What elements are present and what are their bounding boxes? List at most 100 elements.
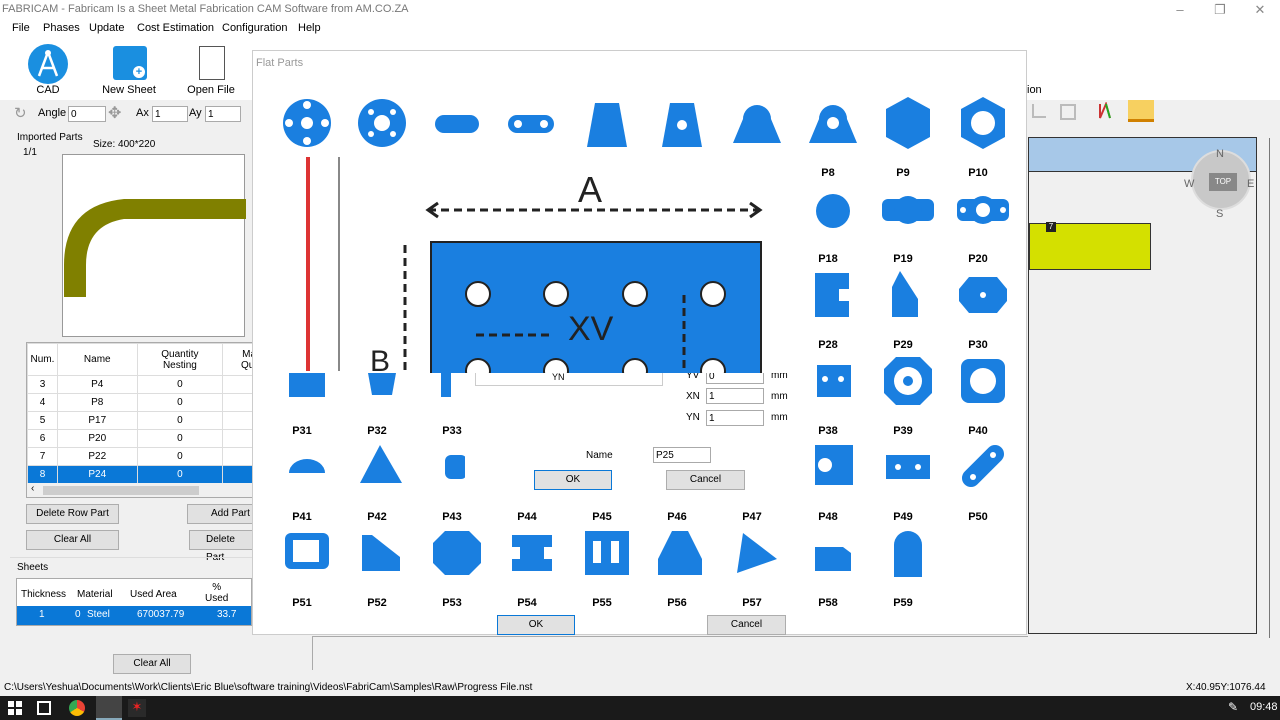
col-name[interactable]: Name	[56, 343, 138, 376]
part-p30[interactable]: P30	[943, 265, 1013, 351]
part-label: P20	[968, 253, 988, 265]
part-p54[interactable]: P54	[492, 523, 562, 609]
close-button[interactable]: ✕	[1240, 0, 1280, 20]
part-p28[interactable]: P28	[793, 265, 863, 351]
add-part-button[interactable]: Add Part	[187, 504, 253, 524]
flat-parts-cancel-button[interactable]: Cancel	[707, 615, 786, 635]
minimize-button[interactable]: –	[1160, 0, 1200, 20]
part-p41[interactable]: P41	[267, 437, 337, 523]
rotate-icon[interactable]: ↻	[14, 104, 27, 122]
part-p59[interactable]: P59	[868, 523, 938, 609]
table-row-selected[interactable]: 8 P24 0	[27, 465, 252, 484]
menu-file[interactable]: File	[12, 22, 30, 34]
part-label: P28	[818, 339, 838, 351]
cell-manu[interactable]	[222, 393, 252, 412]
app-task-icon[interactable]: ✶	[128, 699, 146, 717]
table-row[interactable]: 7 P22 0	[27, 447, 252, 466]
open-file-icon[interactable]	[199, 46, 225, 80]
pen-icon[interactable]: ✎	[1228, 700, 1238, 714]
part-marker: 7	[1046, 222, 1056, 232]
cad-icon[interactable]	[28, 44, 68, 84]
fabricam-task-icon[interactable]	[96, 696, 122, 720]
part-p58[interactable]: P58	[793, 523, 863, 609]
cell-manu[interactable]	[222, 411, 252, 430]
imported-page: 1/1	[23, 147, 37, 158]
chrome-icon[interactable]	[69, 700, 85, 716]
menu-update[interactable]: Update	[89, 22, 124, 34]
part-p53[interactable]: P53	[417, 523, 487, 609]
menu-phases[interactable]: Phases	[43, 22, 80, 34]
nv-tool-icon[interactable]	[1098, 101, 1112, 120]
task-view-icon[interactable]	[37, 701, 51, 715]
yn-input[interactable]	[706, 410, 764, 426]
part-p18[interactable]: P18	[793, 179, 863, 265]
clear-all-sheets-button[interactable]: Clear All	[113, 654, 191, 674]
part-p56[interactable]: P56	[642, 523, 712, 609]
table-row[interactable]: 5 P17 0	[27, 411, 252, 430]
part-p42[interactable]: P42	[342, 437, 412, 523]
part-p39[interactable]: P39	[868, 351, 938, 437]
part-p19[interactable]: P19	[868, 179, 938, 265]
part-p29[interactable]: P29	[868, 265, 938, 351]
col-num[interactable]: Num.	[27, 343, 58, 376]
menu-configuration[interactable]: Configuration	[222, 22, 287, 34]
move-icon[interactable]: ✥	[108, 103, 121, 123]
cell-manu[interactable]	[222, 447, 252, 466]
cell-manu[interactable]	[222, 375, 252, 394]
menu-help[interactable]: Help	[298, 22, 321, 34]
clear-all-parts-button[interactable]: Clear All	[26, 530, 119, 550]
name-input[interactable]	[653, 447, 711, 463]
cell-manu[interactable]	[222, 429, 252, 448]
part-p49[interactable]: P49	[868, 437, 938, 523]
col-manu[interactable]: Manu Quant	[222, 343, 252, 376]
delete-row-part-button[interactable]: Delete Row Part	[26, 504, 119, 524]
table-row[interactable]: 6 P20 0	[27, 429, 252, 448]
part-p55[interactable]: P55	[567, 523, 637, 609]
params-cancel-button[interactable]: Cancel	[666, 470, 745, 490]
scroll-thumb[interactable]	[43, 486, 199, 495]
part-p50[interactable]: P50	[943, 437, 1013, 523]
part-p10[interactable]: P10	[943, 93, 1013, 179]
part-p9[interactable]: P9	[868, 93, 938, 179]
menu-cost-estimation[interactable]: Cost Estimation	[137, 22, 214, 34]
xn-input[interactable]	[706, 388, 764, 404]
new-sheet-icon[interactable]: +	[113, 46, 147, 80]
params-ok-button[interactable]: OK	[534, 470, 612, 490]
horizontal-scrollbar[interactable]: ‹	[27, 483, 252, 497]
part-p57[interactable]: P57	[717, 523, 787, 609]
maximize-button[interactable]: ❐	[1200, 0, 1240, 20]
sheets-row-selected[interactable]: 1 0 Steel 670037.79 33.7	[17, 606, 251, 625]
ax-input[interactable]	[152, 106, 188, 122]
part-p51[interactable]: P51	[267, 523, 337, 609]
box-tool-icon[interactable]	[1060, 104, 1076, 120]
help-tool-icon[interactable]	[1128, 100, 1154, 122]
cell-qty[interactable]: 0	[136, 375, 224, 394]
cell-qty[interactable]: 0	[136, 447, 224, 466]
part-p8[interactable]: P8	[793, 93, 863, 179]
dim-a-label: A	[578, 169, 603, 210]
part-p52[interactable]: P52	[342, 523, 412, 609]
part-label: P53	[442, 597, 462, 609]
cell-qty[interactable]: 0	[136, 429, 224, 448]
start-icon[interactable]	[8, 701, 22, 715]
table-row[interactable]: 4 P8 0	[27, 393, 252, 412]
table-row[interactable]: 3 P4 0	[27, 375, 252, 394]
flat-parts-title: Flat Parts	[256, 57, 304, 69]
flat-parts-ok-button[interactable]: OK	[497, 615, 575, 635]
line-tool-icon[interactable]	[1032, 104, 1046, 118]
col-qty[interactable]: Quantity Nesting	[136, 343, 224, 376]
part-label: P42	[367, 511, 387, 523]
cell-manu[interactable]	[222, 465, 252, 484]
part-p20[interactable]: P20	[943, 179, 1013, 265]
cell-qty[interactable]: 0	[136, 465, 224, 484]
cell-qty[interactable]: 0	[136, 393, 224, 412]
scroll-left-icon[interactable]: ‹	[31, 483, 34, 494]
delete-part-button[interactable]: Delete Part	[189, 530, 253, 563]
nesting-canvas[interactable]: 7 TOP N S E W	[1028, 137, 1257, 634]
part-p40[interactable]: P40	[943, 351, 1013, 437]
view-top-button[interactable]: TOP	[1209, 173, 1237, 191]
angle-input[interactable]	[68, 106, 106, 122]
part-label: P39	[893, 425, 913, 437]
cell-qty[interactable]: 0	[136, 411, 224, 430]
ay-input[interactable]	[205, 106, 241, 122]
